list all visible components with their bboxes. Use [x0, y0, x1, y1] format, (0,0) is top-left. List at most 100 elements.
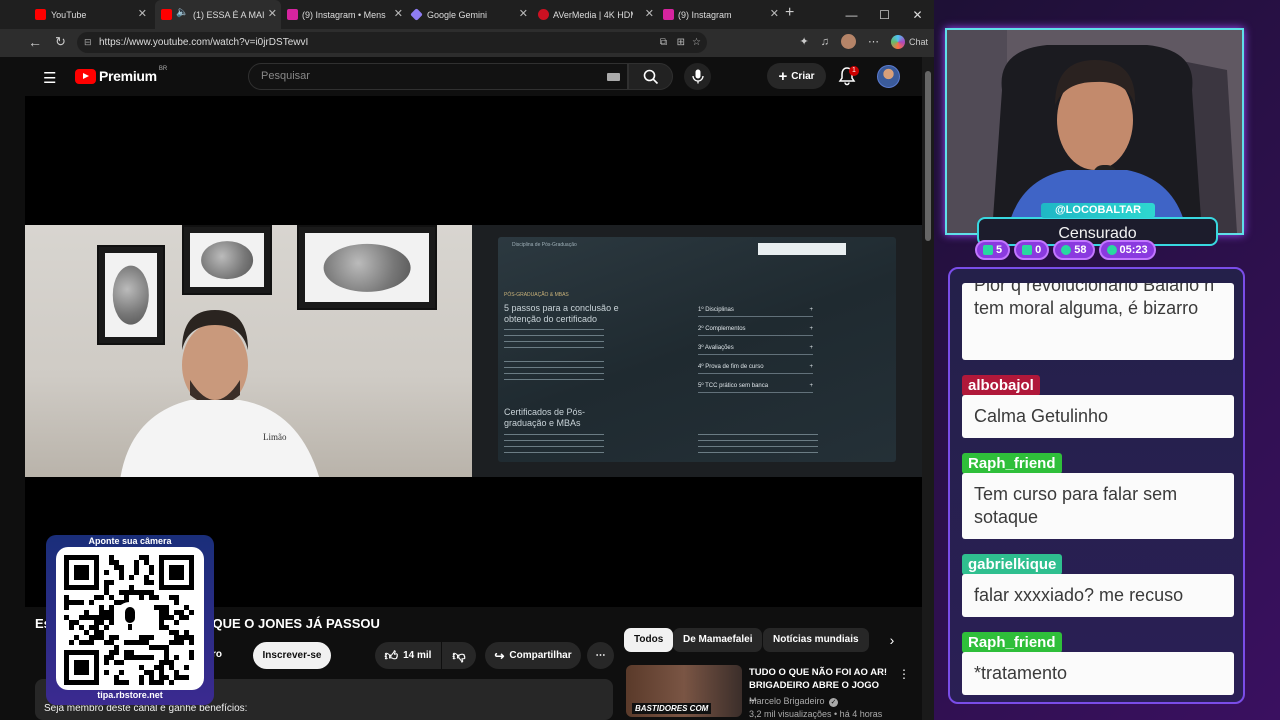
create-button[interactable]: + Criar	[767, 63, 826, 89]
profile-avatar[interactable]	[840, 34, 856, 49]
more-icon: ⋯	[595, 650, 606, 661]
speaker-icon[interactable]: 🔈	[176, 7, 188, 18]
youtube-favicon-icon	[161, 9, 172, 20]
thumbs-down-icon: 👎︎	[452, 647, 466, 663]
guest-person: Limão	[120, 310, 320, 477]
search-input[interactable]: Pesquisar	[248, 63, 628, 90]
tab-avermedia[interactable]: AVerMedia | 4K HDMI ✕	[532, 0, 658, 29]
svg-text:Limão: Limão	[263, 432, 287, 442]
slide-paragraph-1	[504, 329, 604, 353]
recommendation-more-icon[interactable]: ⋮	[898, 667, 910, 681]
youtube-logo[interactable]: Premium BR	[75, 66, 167, 84]
copilot-chat-button[interactable]: Chat	[890, 34, 928, 49]
chat-message: falar xxxxiado? me recuso	[962, 574, 1234, 617]
slide-content: Disciplina de Pós-Graduação PÓS-GRADUAÇÃ…	[498, 237, 896, 462]
site-info-icon[interactable]: ⊟	[84, 32, 92, 53]
chat-message: *tratamento	[962, 652, 1234, 695]
presentation-slide: Disciplina de Pós-Graduação PÓS-GRADUAÇÃ…	[472, 225, 922, 477]
chat-username: Raph_friend	[962, 632, 1062, 653]
account-avatar[interactable]	[877, 65, 900, 88]
instagram-favicon-icon	[287, 9, 298, 20]
chat-count-stat: 5	[975, 240, 1011, 260]
slide-header-box	[758, 243, 846, 255]
copilot-icon	[890, 34, 905, 49]
recommendation-thumbnail[interactable]: BASTIDORES COM	[626, 665, 742, 717]
youtube-icon	[1022, 245, 1033, 255]
minimize-icon[interactable]: —	[835, 0, 868, 29]
thumbs-up-icon: 👍︎	[384, 647, 399, 663]
address-bar-row: ← ↻ ⊟ https://www.youtube.com/watch?v=i0…	[0, 29, 934, 57]
streamer-handle: @LOCOBALTAR	[1041, 203, 1155, 218]
video-player[interactable]: Limão Disciplina de Pós-Graduação PÓS-GR…	[25, 96, 922, 607]
reload-icon[interactable]: ↻	[55, 34, 66, 50]
favorite-star-icon[interactable]: ☆	[692, 32, 701, 53]
keyboard-icon[interactable]	[607, 73, 620, 81]
close-tab-icon[interactable]: ✕	[645, 7, 654, 20]
more-menu-icon[interactable]: ⋯	[868, 35, 879, 48]
back-icon[interactable]: ←	[28, 34, 42, 50]
like-button[interactable]: 👍︎ 14 mil	[375, 642, 441, 669]
apps-icon[interactable]: ⊞	[677, 32, 685, 53]
close-tab-icon[interactable]: ✕	[268, 7, 277, 20]
slide-paragraph-3	[504, 434, 604, 458]
youtube-count-stat: 0	[1014, 240, 1050, 260]
chat-username: Raph_friend	[962, 453, 1062, 474]
recommendation-channel[interactable]: Marcelo Brigadeiro ✓	[749, 696, 839, 707]
maximize-icon[interactable]: ☐	[868, 0, 901, 29]
chat-message: Pior q revolucionario Baiano n tem moral…	[962, 283, 1234, 360]
share-button[interactable]: ↪ Compartilhar	[485, 642, 581, 669]
close-window-icon[interactable]: ✕	[901, 0, 934, 29]
viewer-count-stat: 58	[1053, 240, 1095, 260]
qr-code-pattern	[64, 555, 194, 685]
verified-icon: ✓	[829, 698, 839, 707]
stream-stats: 5 0 58 05:23	[975, 240, 1156, 260]
clock-icon	[1106, 245, 1117, 255]
chat-message: Calma Getulinho	[962, 395, 1234, 438]
page-scrollbar[interactable]	[922, 57, 934, 720]
close-tab-icon[interactable]: ✕	[519, 7, 528, 20]
chevron-right-icon[interactable]: ›	[880, 628, 904, 652]
recommendation-meta: 3,2 mil visualizações • há 4 horas	[749, 709, 883, 719]
chat-username: albobajol	[962, 375, 1040, 396]
subscribe-button[interactable]: Inscrever-se	[253, 642, 331, 669]
more-actions-button[interactable]: ⋯	[587, 642, 614, 669]
dislike-button[interactable]: 👎︎	[442, 642, 476, 669]
microphone-icon	[691, 69, 704, 84]
menu-icon[interactable]: ☰	[43, 69, 56, 87]
gemini-favicon-icon	[410, 8, 423, 21]
chip-all[interactable]: Todos	[624, 628, 674, 652]
tab-gemini[interactable]: Google Gemini ✕	[406, 0, 532, 29]
chip-channel[interactable]: De Mamaefalei	[673, 628, 763, 652]
url-field[interactable]: ⊟ https://www.youtube.com/watch?v=i0jrDS…	[77, 32, 707, 53]
plus-icon: +	[778, 67, 788, 85]
search-button[interactable]	[628, 63, 673, 90]
voice-search-button[interactable]	[684, 63, 711, 90]
window-controls: — ☐ ✕	[835, 0, 934, 29]
toolbar-icons: ✦ ♫ ⋯ Chat	[800, 34, 928, 49]
search-icon	[643, 69, 658, 84]
tab-video[interactable]: 🔈 (1) ESSA É A MAIOR ✕	[155, 0, 281, 29]
scrollbar-thumb[interactable]	[925, 71, 931, 241]
tab-instagram-messages[interactable]: (9) Instagram • Mensag ✕	[281, 0, 407, 29]
avermedia-favicon-icon	[538, 9, 549, 20]
notification-count-badge: 1	[849, 66, 859, 76]
new-tab-button[interactable]: +	[785, 4, 794, 22]
tab-instagram[interactable]: (9) Instagram ✕	[657, 0, 783, 29]
close-tab-icon[interactable]: ✕	[770, 7, 779, 20]
youtube-play-icon	[75, 68, 96, 84]
chip-world-news[interactable]: Notícias mundiais	[763, 628, 869, 652]
close-tab-icon[interactable]: ✕	[394, 7, 403, 20]
translate-icon[interactable]: ⧉	[660, 32, 667, 53]
close-tab-icon[interactable]: ✕	[138, 7, 147, 20]
extensions-icon[interactable]: ✦	[800, 35, 809, 48]
share-icon: ↪	[494, 648, 505, 663]
chat-username: gabrielkique	[962, 554, 1063, 575]
time-stat: 05:23	[1098, 240, 1156, 260]
stream-chat: Pior q revolucionario Baiano n tem moral…	[948, 267, 1245, 704]
slide-paragraph-2	[504, 361, 604, 385]
tab-youtube-home[interactable]: YouTube ✕	[25, 0, 151, 29]
chat-bubble-icon	[983, 245, 993, 255]
qr-code-image	[56, 547, 204, 690]
viewers-icon	[1061, 245, 1072, 255]
music-icon[interactable]: ♫	[821, 36, 829, 48]
